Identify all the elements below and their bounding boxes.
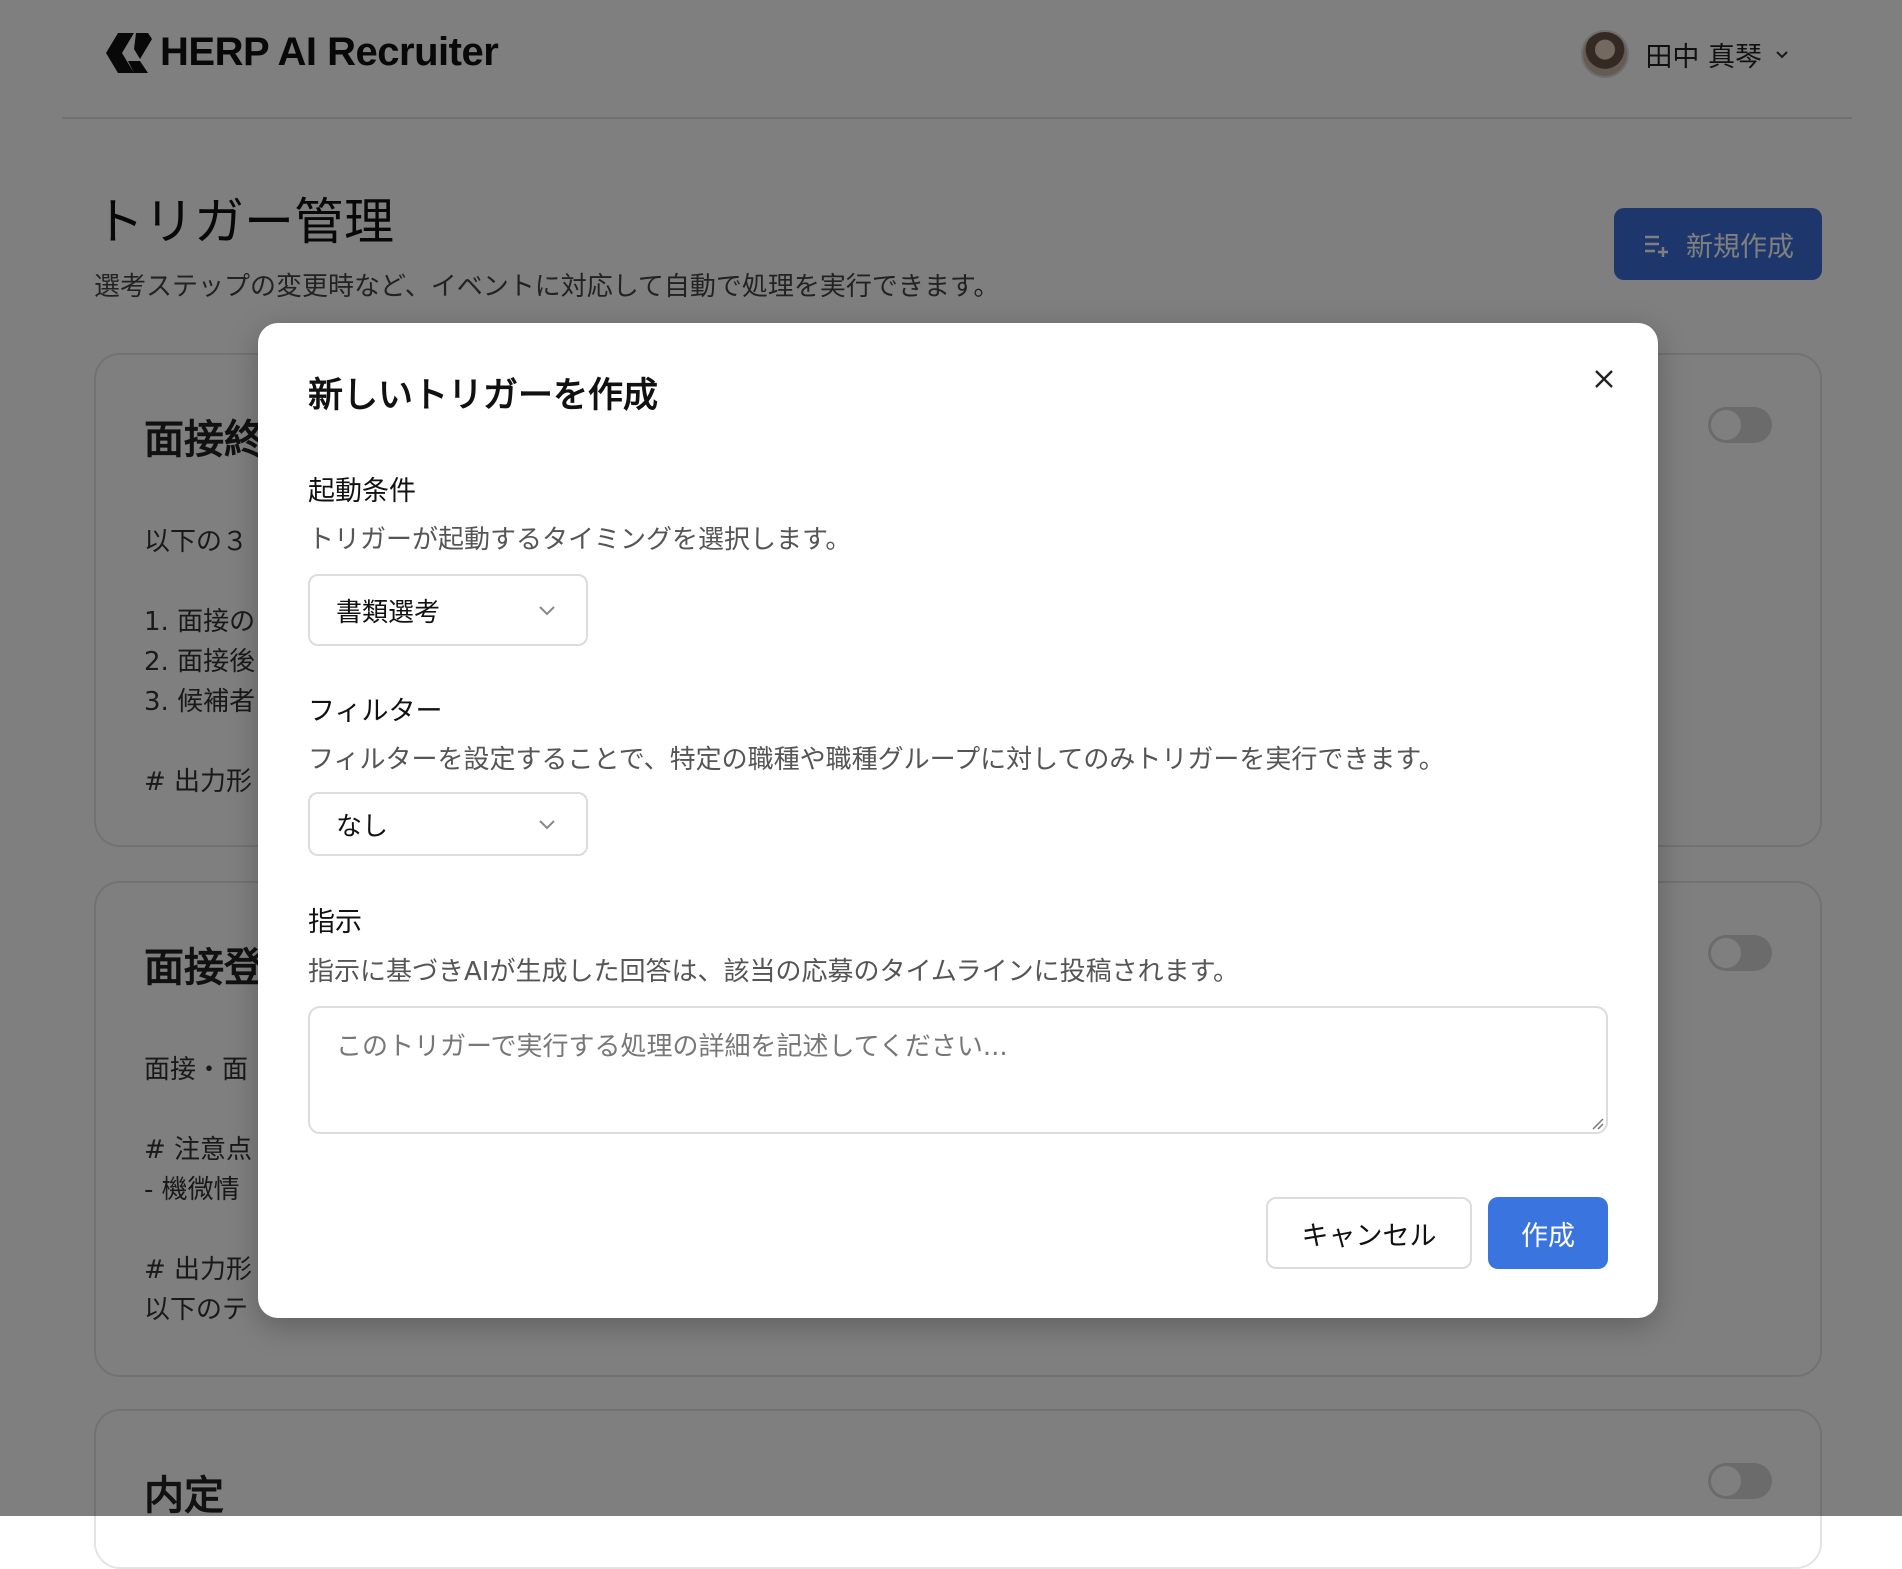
- chevron-down-icon: [539, 606, 555, 616]
- trigger-condition-help: トリガーが起動するタイミングを選択します。: [308, 525, 852, 555]
- instruction-help: 指示に基づきAIが生成した回答は、該当の応募のタイムラインに投稿されます。: [308, 957, 1240, 987]
- trigger-condition-label: 起動条件: [308, 476, 416, 507]
- trigger-condition-value: 書類選考: [336, 597, 441, 628]
- chevron-down-icon: [539, 820, 555, 830]
- instruction-label: 指示: [308, 907, 362, 938]
- create-button[interactable]: 作成: [1488, 1197, 1608, 1269]
- filter-select[interactable]: なし: [308, 792, 588, 856]
- trigger-management-page: HERP AI Recruiter 田中 真琴 トリガー管理 選考ステップの変更…: [0, 0, 1902, 1569]
- create-trigger-dialog: 新しいトリガーを作成 起動条件 トリガーが起動するタイミングを選択します。 書類…: [258, 323, 1658, 1318]
- close-icon: [1595, 370, 1613, 388]
- close-dialog-button[interactable]: [1586, 361, 1622, 397]
- filter-label: フィルター: [308, 696, 443, 727]
- filter-value: なし: [336, 811, 389, 842]
- resize-handle-icon[interactable]: [1590, 1116, 1604, 1130]
- filter-help: フィルターを設定することで、特定の職種や職種グループに対してのみトリガーを実行で…: [308, 745, 1445, 775]
- trigger-condition-select[interactable]: 書類選考: [308, 574, 588, 646]
- instruction-textarea[interactable]: [308, 1006, 1608, 1134]
- cancel-button[interactable]: キャンセル: [1266, 1197, 1472, 1269]
- dialog-title: 新しいトリガーを作成: [308, 376, 659, 416]
